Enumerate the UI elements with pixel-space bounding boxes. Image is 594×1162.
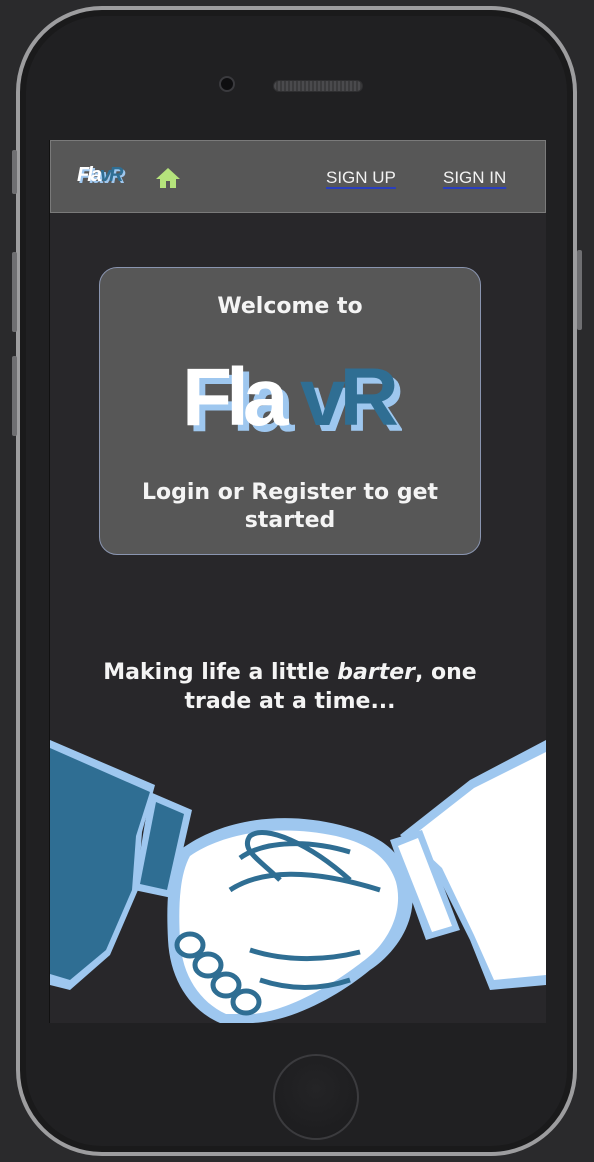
welcome-card: Welcome to Fla vR Fla vR Login or Regist… (99, 267, 481, 555)
flavr-logo: Fla vR Fla vR (182, 352, 410, 449)
power-button[interactable] (577, 250, 582, 330)
sign-up-link[interactable]: SIGN UP (326, 168, 396, 188)
app-screen: FlavR SIGN UP SIGN IN Welcome to Fla vR … (49, 140, 546, 1023)
sign-in-link[interactable]: SIGN IN (443, 168, 506, 188)
tagline: Making life a little barter, one trade a… (90, 658, 490, 716)
welcome-subtitle: Login or Register to get started (141, 480, 439, 533)
front-camera (219, 76, 235, 92)
volume-down-button[interactable] (12, 356, 17, 436)
navbar-logo[interactable]: FlavR (77, 163, 133, 187)
logo-text-part2: vR (99, 164, 124, 186)
tagline-emphasis: barter (337, 660, 415, 685)
logo-text-part2: vR (300, 355, 398, 439)
logo-text-part1: Fla (182, 355, 290, 439)
mute-switch[interactable] (12, 150, 17, 194)
logo-text-part1: Fla (77, 164, 102, 186)
welcome-title: Welcome to (217, 294, 363, 319)
handshake-illustration (50, 740, 546, 1023)
earpiece-speaker (273, 80, 363, 92)
home-button[interactable] (273, 1054, 359, 1140)
home-icon[interactable] (155, 166, 181, 190)
volume-up-button[interactable] (12, 252, 17, 332)
tagline-start: Making life a little (103, 660, 338, 685)
navbar: FlavR SIGN UP SIGN IN (50, 140, 546, 213)
